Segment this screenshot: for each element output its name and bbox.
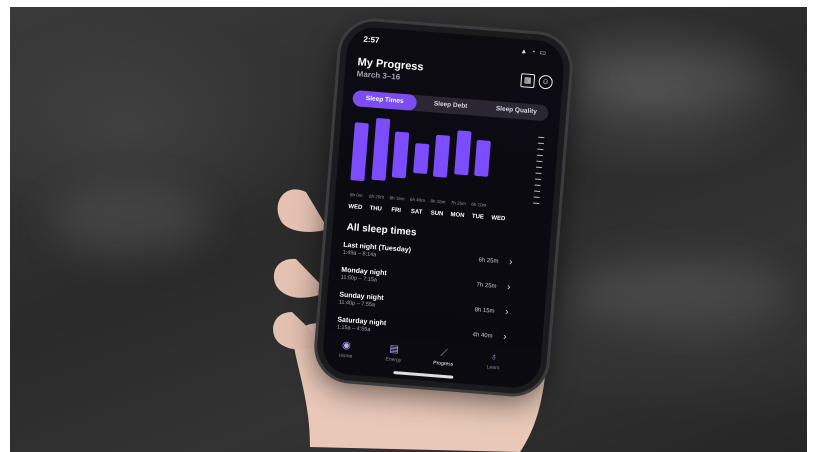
progress-icon: ⟋ [440,347,448,360]
home-icon: ◉ [341,339,352,352]
bar-duration-label: 8h 0m [349,192,363,199]
nav-label: Learn [486,364,500,372]
sleep-bar[interactable] [350,122,369,182]
home-indicator [393,371,454,379]
profile-icon[interactable]: ☺ [538,74,554,90]
axis-tick [535,166,542,169]
phone: 2:57 ▲ ◔ ▭ My Progress March 3–16 ▦ ☺ Sl… [314,19,573,396]
nav-progress[interactable]: ⟋ Progress [428,347,459,368]
day-label: SAT [410,208,423,216]
day-label: TUE [471,213,485,221]
bar-duration-label: 6h 40m [409,196,426,203]
chevron-right-icon: › [508,256,513,269]
bar-duration-label: 8h 15m [389,195,405,202]
status-time: 2:57 [363,34,380,45]
tab-sleep-debt[interactable]: Sleep Debt [418,95,483,116]
finger [277,189,328,232]
day-label: FRI [391,207,402,215]
bar-duration-label: 8h 15m [430,198,446,205]
sleep-bar[interactable] [432,134,451,178]
axis-tick [535,172,542,175]
sleep-bar[interactable] [453,130,472,176]
bar-duration-label: 7h 25m [450,200,467,207]
bar-duration-label: 6h 10m [471,201,487,208]
axis-tick [534,184,541,187]
energy-icon: ▤ [389,343,400,356]
sleep-bar[interactable] [474,139,491,177]
nav-label: Energy [385,356,402,364]
axis-tick [538,136,545,139]
nav-energy[interactable]: ▤ Energy [378,343,409,364]
tab-sleep-quality[interactable]: Sleep Quality [484,100,549,121]
axis-tick [533,202,540,204]
sleep-bar[interactable] [412,143,429,175]
gift-icon[interactable]: ▦ [520,73,536,89]
axis-tick [537,142,544,145]
bar-duration-label [492,203,508,204]
nav-label: Progress [433,360,454,368]
nav-home[interactable]: ◉ Home [330,339,361,360]
sleep-times-chart: 8h 0m WED 8h 20m THU 8h 15m FRI 6h 40m SAT 8h 15… [343,112,551,237]
status-icons: ▲ ◔ ▭ [520,48,548,58]
chevron-right-icon: › [504,306,509,318]
phone-screen: 2:57 ▲ ◔ ▭ My Progress March 3–16 ▦ ☺ Sl… [321,25,566,390]
nav-learn[interactable]: ♁ Learn [478,351,509,372]
sleep-bar[interactable] [391,131,410,179]
nav-label: Home [338,352,353,360]
sleep-bar[interactable] [370,117,390,181]
tab-sleep-times[interactable]: Sleep Times [352,90,418,112]
axis-tick [536,160,543,163]
axis-tick [534,190,541,192]
day-label: WED [348,204,363,212]
axis-tick [534,178,542,181]
bar-duration-label: 8h 20m [368,193,385,200]
day-label: THU [369,205,383,213]
learn-icon: ♁ [489,351,499,364]
day-label: MON [450,212,465,220]
background-photo: 2:57 ▲ ◔ ▭ My Progress March 3–16 ▦ ☺ Sl… [10,7,807,452]
chevron-right-icon: › [502,331,507,343]
chevron-right-icon: › [506,281,511,293]
axis-tick [537,148,544,151]
axis-tick [536,154,543,157]
day-label: SUN [430,210,444,218]
finger [273,258,328,298]
day-label: WED [491,215,506,223]
axis-tick [533,196,540,198]
